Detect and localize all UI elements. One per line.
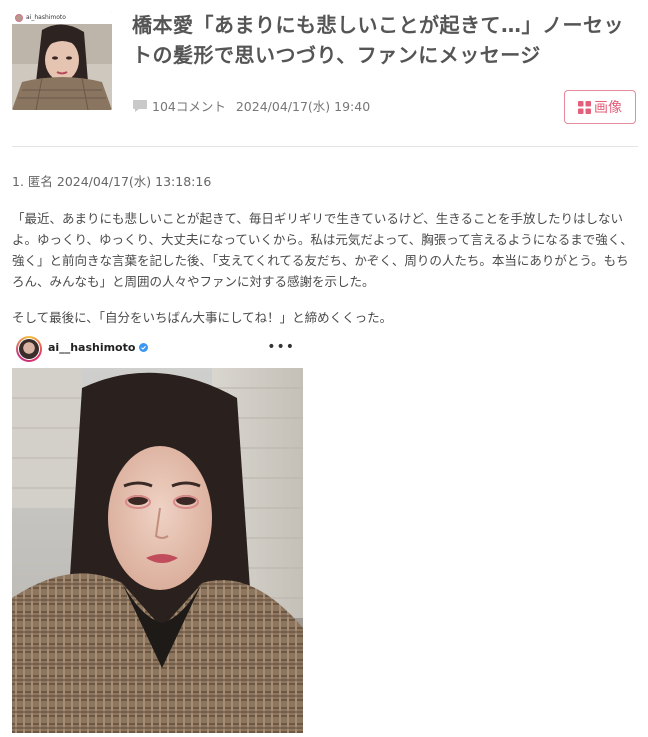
comment-bubble-icon (133, 99, 147, 112)
image-button[interactable]: 画像 (564, 90, 636, 124)
embed-username[interactable]: ai__hashimoto (48, 341, 135, 354)
embed-user[interactable]: ai__hashimoto (48, 341, 149, 354)
comment-count[interactable]: 104コメント (152, 96, 226, 115)
comment-body: 「最近、あまりにも悲しいことが起きて、毎日ギリギリで生きているけど、生きることを… (12, 208, 638, 328)
embed-avatar[interactable] (16, 336, 42, 362)
comment-paragraph-1: 「最近、あまりにも悲しいことが起きて、毎日ギリギリで生きているけど、生きることを… (12, 211, 633, 289)
comment-paragraph-2: そして最後に、「自分をいちばん大事にしてね！」と締めくくった。 (12, 310, 393, 325)
image-button-label: 画像 (594, 100, 622, 116)
embed-photo (12, 368, 303, 733)
article-datetime: 2024/04/17(水) 19:40 (235, 99, 371, 114)
comment-header: 1. 匿名 2024/04/17(水) 13:18:16 (12, 174, 212, 189)
thumbnail-photo (12, 12, 112, 110)
header-divider (12, 146, 638, 147)
article-title: 橋本愛「あまりにも悲しいことが起きて…」ノーセットの髪形で思いつづり、ファンにメ… (132, 13, 624, 67)
more-options-icon[interactable]: ••• (267, 339, 295, 355)
embed-header: ai__hashimoto ••• (12, 331, 303, 367)
article-meta: 104コメント 2024/04/17(水) 19:40 (132, 96, 370, 115)
thumbnail-username: ai_hashimoto (26, 14, 66, 21)
instagram-embed[interactable]: ai__hashimoto ••• (12, 331, 303, 733)
verified-badge-icon (139, 343, 149, 352)
grid-icon (578, 100, 591, 114)
article-header: ai_hashimoto 橋本愛「あまりにも悲しいことが起きて…」ノーセットの髪… (0, 0, 648, 148)
portrait-photo (12, 368, 303, 733)
thumbnail-ig-bar: ai_hashimoto (12, 12, 112, 24)
article-thumbnail[interactable]: ai_hashimoto (12, 12, 112, 110)
thumbnail-avatar (15, 14, 23, 22)
